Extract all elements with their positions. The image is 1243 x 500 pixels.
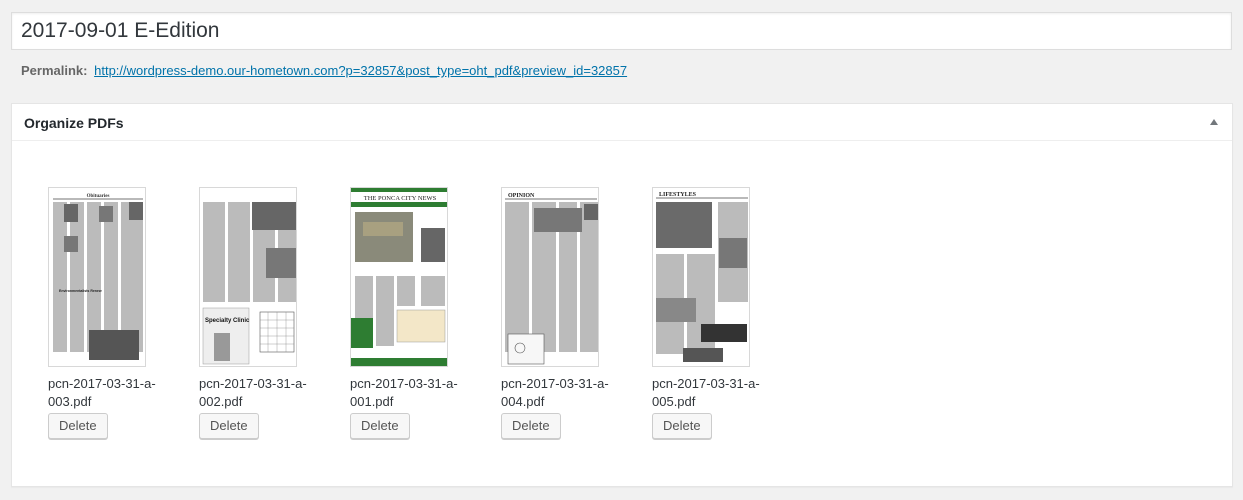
permalink-row: Permalink: http://wordpress-demo.our-hom… bbox=[21, 63, 627, 78]
pdf-filename: pcn-2017-03-31-a-004.pdf bbox=[501, 376, 609, 409]
delete-pdf-button[interactable]: Delete bbox=[501, 413, 561, 439]
newspaper-page-icon: Specialty Clinic bbox=[200, 188, 296, 366]
pdf-thumbnail[interactable]: THE PONCA CITY NEWS bbox=[350, 187, 448, 367]
pdf-thumbnail[interactable]: Obituaries Environmentalists Renew bbox=[48, 187, 146, 367]
pdf-item: LIFESTYLES pcn-2017-03-31-a-005.pdf Dele… bbox=[652, 187, 767, 439]
svg-text:LIFESTYLES: LIFESTYLES bbox=[659, 192, 697, 198]
organize-pdfs-title: Organize PDFs bbox=[24, 115, 124, 131]
pdf-filename: pcn-2017-03-31-a-001.pdf bbox=[350, 376, 458, 409]
svg-text:THE PONCA CITY NEWS: THE PONCA CITY NEWS bbox=[364, 195, 437, 202]
pdf-filename: pcn-2017-03-31-a-003.pdf bbox=[48, 376, 156, 409]
triangle-up-icon bbox=[1210, 119, 1218, 125]
delete-pdf-button[interactable]: Delete bbox=[350, 413, 410, 439]
svg-text:OPINION: OPINION bbox=[508, 193, 535, 199]
post-title-field-wrapper bbox=[11, 12, 1232, 50]
pdf-filename: pcn-2017-03-31-a-005.pdf bbox=[652, 376, 760, 409]
pdf-thumbnail[interactable]: Specialty Clinic bbox=[199, 187, 297, 367]
svg-text:Obituaries: Obituaries bbox=[87, 194, 110, 199]
pdf-item: OPINION pcn-2017-03-31-a-004.pdf Delete bbox=[501, 187, 616, 439]
pdf-item: Specialty Clinic pcn-2017-03-31-a-002.pd… bbox=[199, 187, 314, 439]
delete-pdf-button[interactable]: Delete bbox=[48, 413, 108, 439]
pdf-thumbnail[interactable]: OPINION bbox=[501, 187, 599, 367]
svg-text:Specialty Clinic: Specialty Clinic bbox=[205, 318, 250, 324]
pdf-item: THE PONCA CITY NEWS pcn-2017-03-31-a-001… bbox=[350, 187, 465, 439]
delete-pdf-button[interactable]: Delete bbox=[652, 413, 712, 439]
organize-pdfs-header: Organize PDFs bbox=[12, 104, 1232, 141]
permalink-link[interactable]: http://wordpress-demo.our-hometown.com?p… bbox=[94, 63, 627, 78]
svg-text:Environmentalists Renew: Environmentalists Renew bbox=[59, 289, 102, 293]
newspaper-page-icon: OPINION bbox=[502, 188, 598, 366]
toggle-panel-button[interactable] bbox=[1196, 104, 1232, 140]
permalink-label: Permalink: bbox=[21, 63, 88, 78]
delete-pdf-button[interactable]: Delete bbox=[199, 413, 259, 439]
organize-pdfs-box: Organize PDFs Obituaries Environmentalis… bbox=[11, 103, 1233, 487]
pdf-filename: pcn-2017-03-31-a-002.pdf bbox=[199, 376, 307, 409]
newspaper-page-icon: THE PONCA CITY NEWS bbox=[351, 188, 447, 366]
pdf-thumbnail[interactable]: LIFESTYLES bbox=[652, 187, 750, 367]
pdf-item: Obituaries Environmentalists Renew pcn-2… bbox=[48, 187, 163, 439]
post-title-input[interactable] bbox=[12, 13, 1231, 49]
newspaper-page-icon: Obituaries Environmentalists Renew bbox=[49, 188, 145, 366]
newspaper-page-icon: LIFESTYLES bbox=[653, 188, 749, 366]
